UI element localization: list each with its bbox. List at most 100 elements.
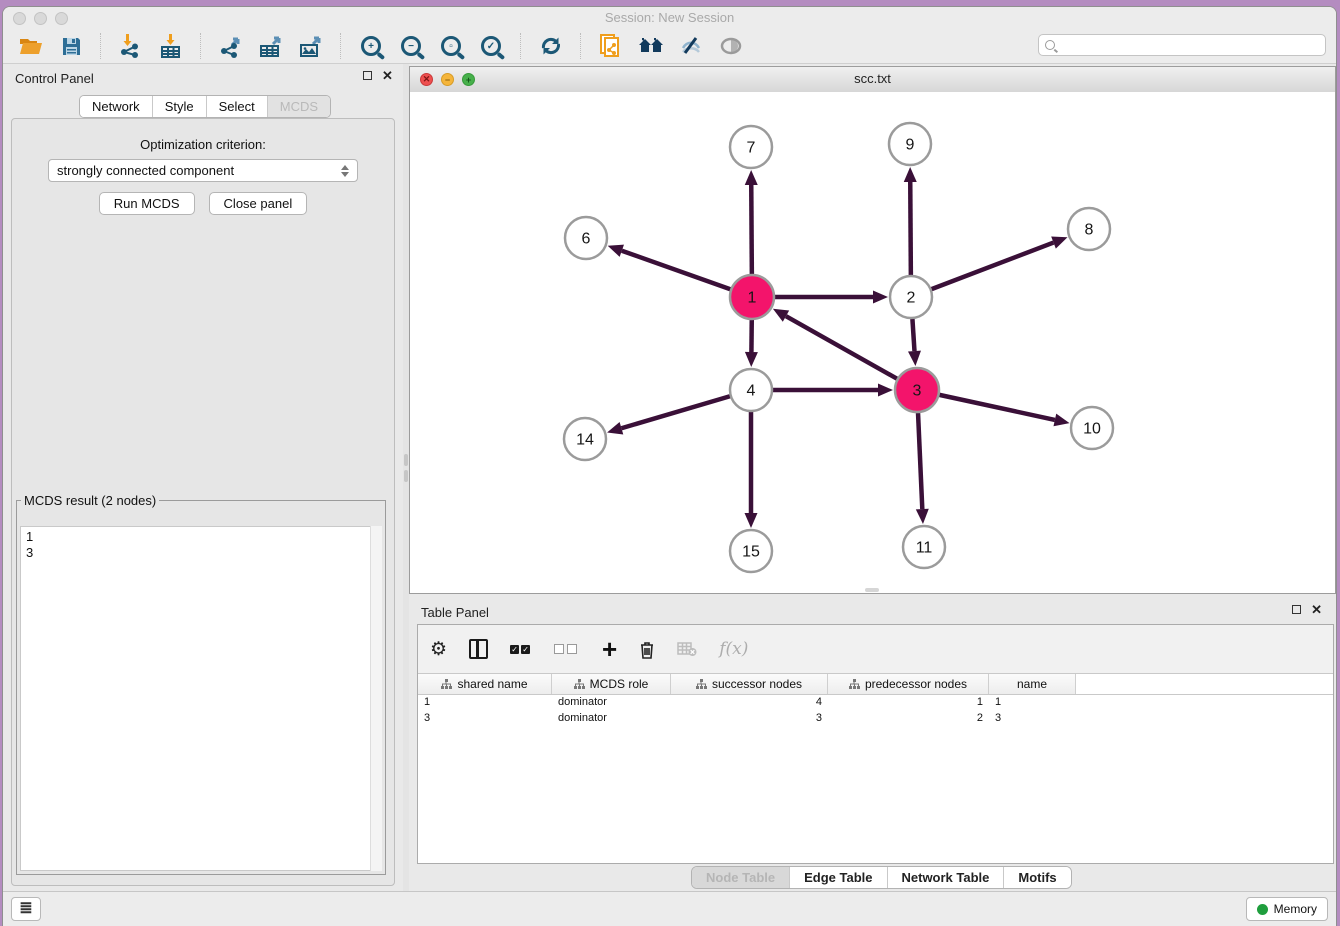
tab-network-table[interactable]: Network Table: [888, 867, 1005, 888]
graph-edge-2-8[interactable]: [932, 243, 1054, 290]
graph-node-1[interactable]: 1: [730, 275, 774, 319]
table-cell[interactable]: 3: [989, 711, 1076, 727]
table-cell[interactable]: 1: [418, 695, 552, 711]
mcds-result-text[interactable]: 1 3: [20, 526, 382, 871]
tab-select[interactable]: Select: [207, 96, 268, 117]
graph-edge-4-14[interactable]: [621, 396, 729, 428]
memory-button[interactable]: Memory: [1246, 897, 1328, 921]
column-name[interactable]: name: [989, 674, 1076, 694]
graph-node-14[interactable]: 14: [564, 418, 606, 460]
export-image-icon[interactable]: [296, 32, 326, 60]
settings-gear-icon[interactable]: ⚙: [430, 640, 447, 659]
close-panel-icon[interactable]: ✕: [382, 71, 393, 80]
tab-motifs[interactable]: Motifs: [1004, 867, 1070, 888]
network-canvas[interactable]: 7 9 6 8 1 2 4 3 14 10 15 11: [410, 92, 1335, 593]
tab-style[interactable]: Style: [153, 96, 207, 117]
table-cell[interactable]: dominator: [552, 711, 671, 727]
export-table-icon[interactable]: [256, 32, 286, 60]
column-successor-nodes[interactable]: successor nodes: [671, 674, 828, 694]
status-bar: ≣ Memory: [3, 891, 1336, 926]
tab-node-table[interactable]: Node Table: [692, 867, 790, 888]
svg-text:11: 11: [916, 540, 933, 557]
zoom-fit-icon[interactable]: ▫: [436, 32, 466, 60]
graph-node-6[interactable]: 6: [565, 217, 607, 259]
open-session-icon[interactable]: [16, 32, 46, 60]
table-cell[interactable]: dominator: [552, 695, 671, 711]
search-input[interactable]: [1060, 37, 1319, 53]
add-row-icon[interactable]: +: [602, 639, 617, 659]
import-table-icon[interactable]: [156, 32, 186, 60]
graph-node-9[interactable]: 9: [889, 123, 931, 165]
clone-network-icon[interactable]: [596, 32, 626, 60]
table-tabs: Node Table Edge Table Network Table Moti…: [691, 866, 1072, 889]
function-builder-icon[interactable]: f(x): [719, 639, 748, 659]
task-history-button[interactable]: ≣: [11, 897, 41, 921]
close-panel-button[interactable]: Close panel: [209, 192, 308, 215]
graph-edge-3-11[interactable]: [918, 413, 922, 509]
zoom-out-icon[interactable]: −: [396, 32, 426, 60]
zoom-selected-icon[interactable]: ✓: [476, 32, 506, 60]
arrowhead-icon: [607, 422, 623, 434]
import-network-icon[interactable]: [116, 32, 146, 60]
column-mcds-role[interactable]: MCDS role: [552, 674, 671, 694]
graph-node-15[interactable]: 15: [730, 530, 772, 572]
network-title: scc.txt: [410, 71, 1335, 86]
svg-text:15: 15: [742, 544, 760, 561]
table-cell[interactable]: 2: [828, 711, 989, 727]
table-cell[interactable]: 3: [418, 711, 552, 727]
svg-text:6: 6: [582, 231, 591, 248]
mcds-result-title: MCDS result (2 nodes): [21, 493, 159, 508]
tab-edge-table[interactable]: Edge Table: [790, 867, 887, 888]
close-table-panel-icon[interactable]: ✕: [1311, 605, 1322, 614]
chevron-up-down-icon: [341, 165, 349, 177]
graph-node-10[interactable]: 10: [1071, 407, 1113, 449]
result-scrollbar[interactable]: [370, 526, 382, 871]
column-manager-icon[interactable]: [469, 639, 488, 659]
graph-edge-2-9[interactable]: [910, 182, 911, 275]
export-network-icon[interactable]: [216, 32, 246, 60]
show-hidden-icon[interactable]: [716, 32, 746, 60]
graph-edge-3-10[interactable]: [939, 395, 1054, 420]
column-shared-name[interactable]: shared name: [418, 674, 552, 694]
table-panel: Table Panel ✕ ⚙ ✓✓ +: [409, 598, 1336, 892]
home-networks-icon[interactable]: [636, 32, 666, 60]
tab-mcds[interactable]: MCDS: [268, 96, 330, 117]
delete-table-icon[interactable]: [677, 641, 697, 657]
table-row[interactable]: 1dominator411: [418, 695, 1333, 711]
float-table-panel-icon[interactable]: [1292, 605, 1301, 614]
graph-edge-1-6[interactable]: [622, 251, 731, 290]
window-title: Session: New Session: [3, 10, 1336, 25]
table-cell[interactable]: 1: [828, 695, 989, 711]
table-cell[interactable]: 4: [671, 695, 828, 711]
run-mcds-button[interactable]: Run MCDS: [99, 192, 195, 215]
float-panel-icon[interactable]: [363, 71, 372, 80]
deselect-all-icon[interactable]: [554, 644, 580, 654]
splitter-grip[interactable]: [404, 470, 408, 482]
delete-row-icon[interactable]: [639, 640, 655, 659]
canvas-grip[interactable]: [865, 588, 879, 592]
splitter-grip[interactable]: [404, 454, 408, 466]
graph-node-7[interactable]: 7: [730, 126, 772, 168]
table-cell[interactable]: 3: [671, 711, 828, 727]
hide-selected-icon[interactable]: [676, 32, 706, 60]
save-session-icon[interactable]: [56, 32, 86, 60]
table-cell[interactable]: 1: [989, 695, 1076, 711]
table-body: 1dominator4113dominator323: [418, 695, 1333, 727]
optimization-criterion-select[interactable]: strongly connected component: [48, 159, 358, 182]
tab-network[interactable]: Network: [80, 96, 153, 117]
refresh-layout-icon[interactable]: [536, 32, 566, 60]
graph-node-4[interactable]: 4: [730, 369, 772, 411]
attribute-icon: [696, 679, 707, 690]
graph-edge-2-3[interactable]: [912, 319, 914, 351]
graph-edge-3-1[interactable]: [786, 316, 897, 379]
table-row[interactable]: 3dominator323: [418, 711, 1333, 727]
graph-node-11[interactable]: 11: [903, 526, 945, 568]
zoom-in-icon[interactable]: +: [356, 32, 386, 60]
network-frame: ✕ − + scc.txt 7968124314101511: [409, 66, 1336, 594]
select-all-icon[interactable]: ✓✓: [510, 645, 532, 654]
column-predecessor-nodes[interactable]: predecessor nodes: [828, 674, 989, 694]
graph-node-2[interactable]: 2: [890, 276, 932, 318]
graph-edge-1-7[interactable]: [751, 185, 752, 274]
graph-node-3[interactable]: 3: [895, 368, 939, 412]
graph-node-8[interactable]: 8: [1068, 208, 1110, 250]
